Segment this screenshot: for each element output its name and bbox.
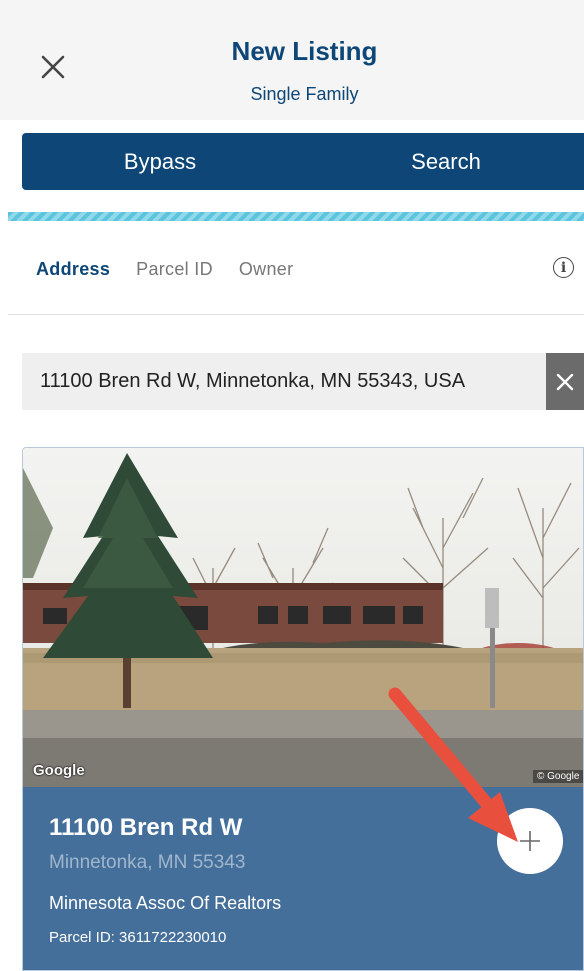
google-copyright: © Google <box>533 770 583 783</box>
page-subtitle: Single Family <box>250 84 359 104</box>
property-info-panel: 11100 Bren Rd W Minnetonka, MN 55343 Min… <box>23 787 583 970</box>
tab-parcel-id[interactable]: Parcel ID <box>136 259 213 280</box>
street-view-photo: Google © Google <box>23 448 583 787</box>
google-watermark: Google <box>33 762 85 779</box>
mode-segmented-control: Bypass Search <box>22 133 584 190</box>
address-search-input[interactable]: 11100 Bren Rd W, Minnetonka, MN 55343, U… <box>22 353 550 410</box>
property-parcel-id: Parcel ID: 3611722230010 <box>49 929 227 946</box>
tabs-divider <box>8 314 584 315</box>
property-city: Minnetonka, MN 55343 <box>49 852 246 873</box>
plus-icon <box>520 831 540 851</box>
search-button[interactable]: Search <box>308 133 584 190</box>
wave-divider <box>8 212 584 221</box>
property-street: 11100 Bren Rd W <box>49 814 243 841</box>
tab-address[interactable]: Address <box>36 259 110 280</box>
property-result-card[interactable]: Google © Google 11100 Bren Rd W Minneton… <box>22 447 584 971</box>
info-icon[interactable]: i <box>553 257 574 278</box>
clear-search-button[interactable] <box>546 353 584 410</box>
add-property-button[interactable] <box>497 808 563 874</box>
bypass-button[interactable]: Bypass <box>22 133 308 190</box>
tab-owner[interactable]: Owner <box>239 259 294 280</box>
header: New Listing Single Family <box>0 0 584 120</box>
property-mls: Minnesota Assoc Of Realtors <box>49 893 282 913</box>
search-type-tabs: Address Parcel ID Owner <box>36 256 319 282</box>
page-title: New Listing <box>231 36 378 66</box>
clear-icon <box>556 373 574 390</box>
